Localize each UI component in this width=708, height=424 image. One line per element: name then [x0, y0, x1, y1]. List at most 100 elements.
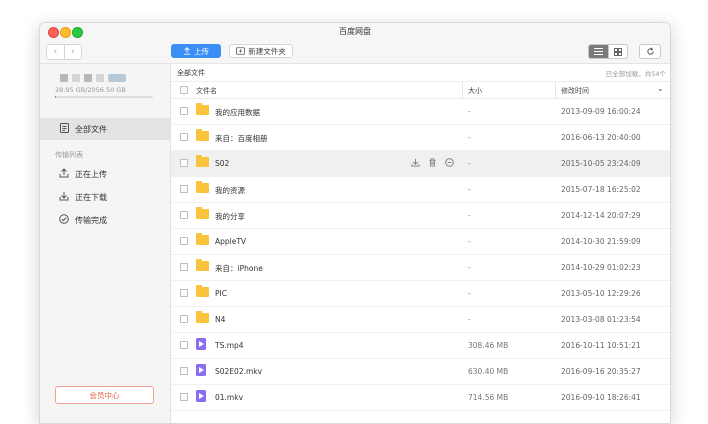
file-name[interactable]: 来自：百度相册 — [215, 133, 268, 144]
file-modified: 2016-09-10 18:26:41 — [561, 393, 641, 402]
row-checkbox[interactable] — [180, 159, 188, 167]
row-checkbox[interactable] — [180, 263, 188, 271]
file-modified: 2014-10-30 21:59:09 — [561, 237, 641, 246]
app-window: 百度网盘 ‹ › 上传 新建文件夹 28.95 GB/2056.50 GB 全部… — [39, 22, 671, 424]
refresh-button[interactable] — [639, 44, 661, 59]
vip-badge — [108, 74, 126, 82]
grid-view-icon — [613, 47, 622, 56]
file-name[interactable]: 来自：iPhone — [215, 263, 263, 274]
view-mode-toggle — [588, 44, 628, 59]
folder-icon — [196, 207, 209, 219]
file-size: 308.46 MB — [468, 341, 509, 350]
storage-quota-bar — [55, 96, 153, 98]
transfer-section-title: 传输列表 — [55, 151, 83, 159]
folder-icon — [196, 285, 209, 297]
delete-icon[interactable] — [428, 158, 437, 167]
column-divider[interactable] — [462, 82, 463, 98]
row-actions — [411, 158, 454, 167]
upload-button[interactable]: 上传 — [171, 44, 221, 58]
sidebar-item-completed[interactable]: 传输完成 — [40, 209, 170, 231]
row-checkbox[interactable] — [180, 289, 188, 297]
table-row[interactable]: 我的分享 - 2014-12-14 20:07:29 — [171, 202, 670, 229]
row-checkbox[interactable] — [180, 237, 188, 245]
avatar — [60, 74, 68, 82]
table-row[interactable]: TS.mp4 308.46 MB 2016-10-11 10:51:21 — [171, 332, 670, 359]
file-name[interactable]: S02E02.mkv — [215, 367, 262, 376]
user-info — [60, 74, 126, 82]
table-row[interactable]: 01.mkv 714.56 MB 2016-09-10 18:26:41 — [171, 384, 670, 411]
table-row[interactable]: S02E02.mkv 630.40 MB 2016-09-16 20:35:27 — [171, 358, 670, 385]
more-icon[interactable] — [445, 158, 454, 167]
row-checkbox[interactable] — [180, 107, 188, 115]
row-checkbox[interactable] — [180, 341, 188, 349]
file-browser: 全部文件 已全部加载，共54个 文件名 大小 修改时间 ⌄ 我的应用数据 - 2… — [171, 64, 670, 423]
file-name[interactable]: 我的分享 — [215, 211, 245, 222]
table-row[interactable]: S02 - 2015-10-05 23:24:09 — [171, 150, 670, 177]
file-name[interactable]: TS.mp4 — [215, 341, 244, 350]
upload-icon — [183, 47, 191, 55]
list-view-button[interactable] — [589, 45, 608, 58]
folder-icon — [196, 155, 209, 167]
row-checkbox[interactable] — [180, 133, 188, 141]
file-size: - — [468, 133, 471, 142]
row-checkbox[interactable] — [180, 185, 188, 193]
window-title: 百度网盘 — [339, 27, 371, 36]
file-modified: 2016-10-11 10:51:21 — [561, 341, 641, 350]
file-modified: 2014-12-14 20:07:29 — [561, 211, 641, 220]
file-table-header: 文件名 大小 修改时间 ⌄ — [171, 81, 670, 99]
file-name[interactable]: N4 — [215, 315, 225, 324]
folder-icon — [196, 181, 209, 193]
column-header-size[interactable]: 大小 — [468, 86, 482, 96]
table-row[interactable]: 我的资源 - 2015-07-18 16:25:02 — [171, 176, 670, 203]
row-checkbox[interactable] — [180, 367, 188, 375]
row-checkbox[interactable] — [180, 211, 188, 219]
vip-center-button[interactable]: 会员中心 — [55, 386, 154, 404]
forward-button[interactable]: › — [63, 45, 82, 59]
new-folder-icon — [236, 47, 246, 55]
file-name[interactable]: PIC — [215, 289, 227, 298]
toolbar: ‹ › 上传 新建文件夹 — [40, 41, 670, 64]
sidebar-item-uploading[interactable]: 正在上传 — [40, 163, 170, 185]
sidebar-item-all-files[interactable]: 全部文件 — [40, 118, 170, 140]
sidebar-item-label: 正在上传 — [75, 169, 107, 179]
table-row[interactable]: PIC - 2013-05-10 12:29:26 — [171, 280, 670, 307]
column-divider[interactable] — [555, 82, 556, 98]
table-row[interactable]: 来自：百度相册 - 2016-06-13 20:40:00 — [171, 124, 670, 151]
file-name[interactable]: 01.mkv — [215, 393, 243, 402]
file-size: - — [468, 159, 471, 168]
download-icon[interactable] — [411, 158, 420, 167]
file-size: - — [468, 185, 471, 194]
back-button[interactable]: ‹ — [47, 45, 64, 59]
select-all-checkbox[interactable] — [180, 86, 188, 94]
file-name[interactable]: S02 — [215, 159, 229, 168]
file-modified: 2013-03-08 01:23:54 — [561, 315, 641, 324]
new-folder-button[interactable]: 新建文件夹 — [229, 44, 293, 58]
folder-icon — [196, 259, 209, 271]
nav-button-group: ‹ › — [46, 44, 82, 60]
sidebar-item-label: 全部文件 — [75, 124, 107, 134]
file-modified: 2016-09-16 20:35:27 — [561, 367, 641, 376]
grid-view-button[interactable] — [607, 45, 627, 58]
file-size: - — [468, 107, 471, 116]
file-name[interactable]: 我的资源 — [215, 185, 245, 196]
column-header-modified[interactable]: 修改时间 — [561, 86, 589, 96]
storage-quota-fill — [55, 96, 57, 98]
table-row[interactable]: N4 - 2013-03-08 01:23:54 — [171, 306, 670, 333]
upload-icon — [56, 167, 72, 181]
chevron-down-icon[interactable]: ⌄ — [657, 84, 664, 93]
table-row[interactable]: 我的应用数据 - 2013-09-09 16:00:24 — [171, 98, 670, 125]
file-name[interactable]: AppleTV — [215, 237, 246, 246]
column-header-name[interactable]: 文件名 — [196, 86, 217, 96]
file-name[interactable]: 我的应用数据 — [215, 107, 260, 118]
file-size: - — [468, 237, 471, 246]
sidebar-item-downloading[interactable]: 正在下载 — [40, 186, 170, 208]
video-file-icon — [196, 390, 206, 403]
row-checkbox[interactable] — [180, 315, 188, 323]
username-obscured — [96, 74, 104, 82]
table-row[interactable]: AppleTV - 2014-10-30 21:59:09 — [171, 228, 670, 255]
breadcrumb[interactable]: 全部文件 — [177, 68, 205, 78]
file-modified: 2013-05-10 12:29:26 — [561, 289, 641, 298]
refresh-icon — [646, 47, 654, 55]
upload-label: 上传 — [194, 46, 209, 56]
table-row[interactable]: 来自：iPhone - 2014-10-29 01:02:23 — [171, 254, 670, 281]
